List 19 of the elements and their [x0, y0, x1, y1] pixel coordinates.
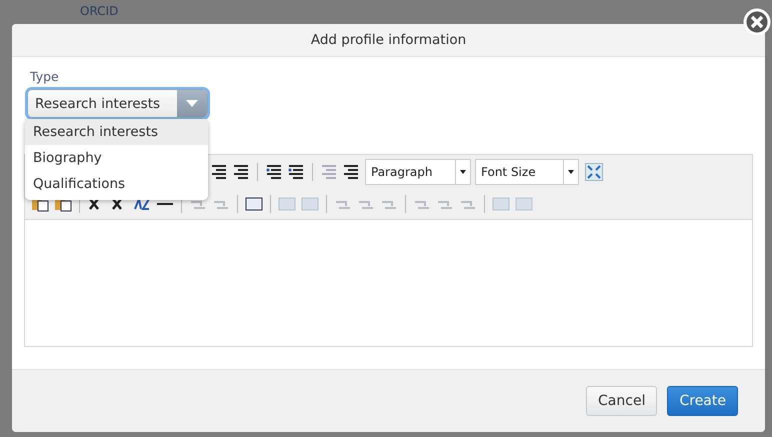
bullet-list-icon[interactable] [266, 164, 282, 180]
close-icon[interactable] [743, 8, 771, 36]
dropdown-option[interactable]: Research interests [25, 119, 208, 145]
caret-icon [186, 100, 198, 107]
align-justify-icon[interactable] [233, 164, 249, 180]
cancel-button[interactable]: Cancel [586, 386, 658, 416]
create-button[interactable]: Create [667, 386, 738, 416]
format-select[interactable]: Paragraph [365, 159, 471, 185]
caret-icon [568, 170, 574, 174]
type-label: Type [30, 69, 60, 84]
caret-icon [460, 170, 466, 174]
dialog-title: Add profile information [310, 32, 466, 48]
background-heading: ORCID [80, 4, 118, 18]
type-select[interactable]: Research interests [27, 89, 208, 118]
fullscreen-icon[interactable] [585, 163, 603, 181]
align-right-icon[interactable] [211, 164, 227, 180]
dropdown-option[interactable]: Qualifications [25, 171, 208, 197]
dropdown-option[interactable]: Biography [25, 145, 208, 171]
font-size-select[interactable]: Font Size [475, 159, 579, 185]
